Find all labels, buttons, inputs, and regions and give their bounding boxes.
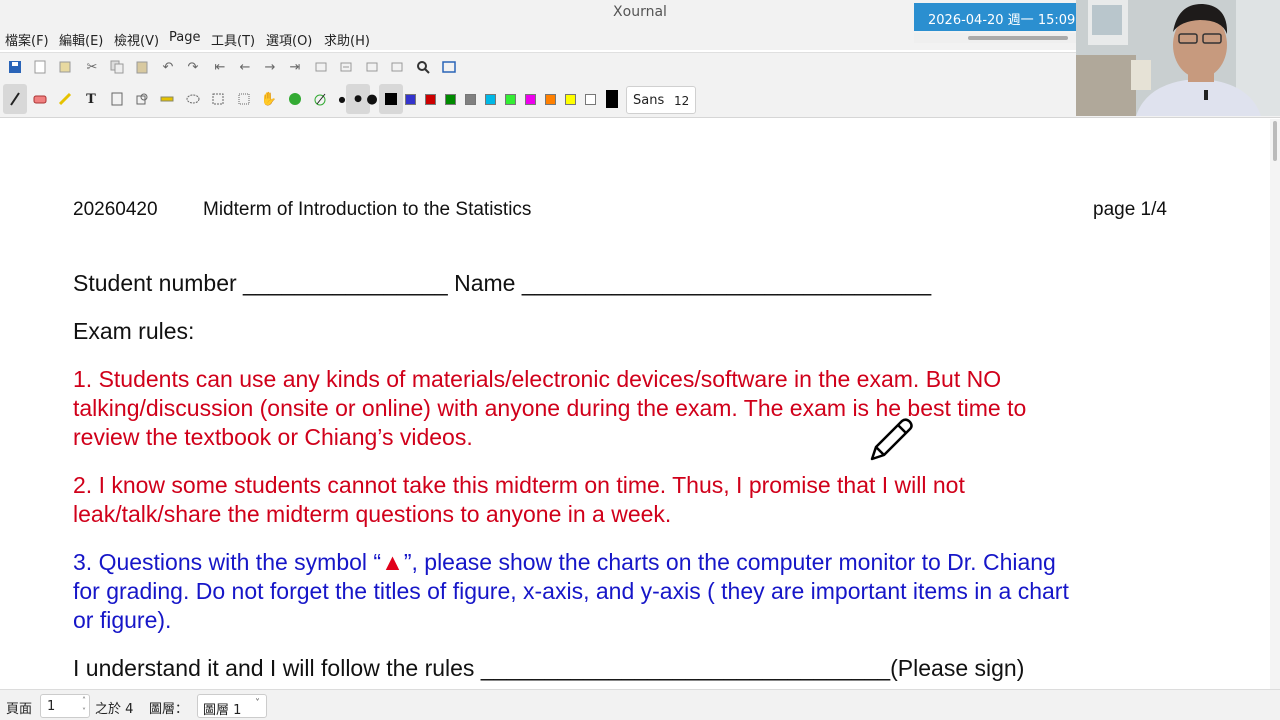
overlay-progress-track xyxy=(914,33,1076,43)
select-rectangle-icon[interactable] xyxy=(208,89,228,109)
next-page-icon[interactable]: → xyxy=(260,57,280,77)
page-number-value: 1 xyxy=(47,699,56,714)
font-size: 12 xyxy=(674,94,690,108)
student-info-line: Student number ________________ Name ___… xyxy=(73,270,932,296)
font-selector[interactable]: Sans 12 xyxy=(626,86,696,114)
default-pen-icon[interactable] xyxy=(310,89,330,109)
search-icon[interactable] xyxy=(413,57,433,77)
current-color-indicator[interactable] xyxy=(606,90,618,108)
menu-help[interactable]: 求助(H) xyxy=(324,30,370,49)
rule-3-text-b: ”, please show the charts on the compute… xyxy=(403,549,1056,575)
color-white-icon[interactable] xyxy=(585,94,596,105)
triangle-symbol: ▲ xyxy=(381,549,404,575)
chevron-down-icon: ˅ xyxy=(255,698,260,709)
vertical-space-icon[interactable] xyxy=(234,89,254,109)
last-page-icon[interactable]: ⇥ xyxy=(285,57,305,77)
zoom-in-icon[interactable] xyxy=(387,57,407,77)
undo-icon[interactable]: ↶ xyxy=(158,57,178,77)
page-background-icon[interactable] xyxy=(55,57,75,77)
color-red-icon[interactable] xyxy=(425,94,436,105)
date-overlay: 2026-04-20 週一 15:09: xyxy=(914,3,1076,31)
color-blue-icon[interactable] xyxy=(405,94,416,105)
highlighter-tool-icon[interactable] xyxy=(55,89,75,109)
rule-1-line-3: review the textbook or Chiang’s videos. xyxy=(73,424,473,450)
page-number-input[interactable]: 1 ˄ ˅ xyxy=(40,694,90,718)
select-region-icon[interactable] xyxy=(183,89,203,109)
menu-view[interactable]: 檢視(V) xyxy=(114,30,159,49)
menu-tools[interactable]: 工具(T) xyxy=(211,30,255,49)
rule-1-line-1: 1. Students can use any kinds of materia… xyxy=(73,366,1002,392)
image-tool-icon[interactable] xyxy=(107,89,127,109)
layer-label: 圖層： xyxy=(149,702,189,717)
hand-tool-icon[interactable]: ✋ xyxy=(259,89,279,109)
menu-edit[interactable]: 編輯(E) xyxy=(59,30,103,49)
vertical-scrollbar[interactable] xyxy=(1270,119,1280,689)
scrollbar-thumb[interactable] xyxy=(1273,121,1277,161)
rule-3-line-2: for grading. Do not forget the titles of… xyxy=(73,578,1069,604)
text-tool-icon[interactable]: T xyxy=(81,89,101,109)
status-bar: 頁面 1 ˄ ˅ 之於 4 圖層： 圖層 1 ˅ xyxy=(0,689,1280,720)
new-page-icon[interactable] xyxy=(30,57,50,77)
color-green-icon[interactable] xyxy=(445,94,456,105)
zoom-out-icon[interactable] xyxy=(311,57,331,77)
color-orange-icon[interactable] xyxy=(545,94,556,105)
layer-select[interactable]: 圖層 1 ˅ xyxy=(197,694,267,718)
zoom-width-icon[interactable] xyxy=(362,57,382,77)
webcam-overlay xyxy=(1076,0,1280,116)
shape-recognizer-icon[interactable] xyxy=(132,89,152,109)
zoom-100-icon[interactable] xyxy=(336,57,356,77)
menu-options[interactable]: 選項(O) xyxy=(266,30,312,49)
rules-heading: Exam rules: xyxy=(73,318,195,344)
eraser-tool-icon[interactable] xyxy=(30,89,50,109)
color-gray-icon[interactable] xyxy=(465,94,476,105)
save-icon[interactable] xyxy=(5,57,25,77)
paste-icon[interactable] xyxy=(132,57,152,77)
rule-2-line-2: leak/talk/share the midterm questions to… xyxy=(73,501,672,527)
header-page-number: page 1/4 xyxy=(1093,199,1167,220)
header-date: 20260420 xyxy=(73,199,158,220)
first-page-icon[interactable]: ⇤ xyxy=(210,57,230,77)
color-lightgreen-icon[interactable] xyxy=(505,94,516,105)
pencil-cursor-icon xyxy=(866,415,916,465)
copy-icon[interactable] xyxy=(107,57,127,77)
menu-page[interactable]: Page xyxy=(169,30,200,45)
rule-3-line-1: 3. Questions with the symbol “▲”, please… xyxy=(73,549,1056,576)
redo-icon[interactable]: ↷ xyxy=(183,57,203,77)
cut-icon[interactable]: ✂ xyxy=(82,57,102,77)
document-page[interactable]: 20260420 Midterm of Introduction to the … xyxy=(0,119,1270,689)
color-black-icon[interactable] xyxy=(379,84,403,114)
page-label: 頁面 xyxy=(6,702,33,717)
spin-arrows-icon[interactable]: ˄ ˅ xyxy=(82,695,86,717)
signature-line: I understand it and I will follow the ru… xyxy=(73,655,1025,681)
header-title: Midterm of Introduction to the Statistic… xyxy=(203,199,532,220)
color-yellow-icon[interactable] xyxy=(565,94,576,105)
previous-page-icon[interactable]: ← xyxy=(235,57,255,77)
page-count-label: 之於 4 xyxy=(95,702,134,717)
fullscreen-icon[interactable] xyxy=(439,57,459,77)
pen-tool-icon[interactable] xyxy=(3,84,27,114)
default-tool-icon[interactable] xyxy=(285,89,305,109)
font-name: Sans xyxy=(633,93,665,108)
layer-value: 圖層 1 xyxy=(203,703,242,718)
color-lightblue-icon[interactable] xyxy=(485,94,496,105)
rule-2-line-1: 2. I know some students cannot take this… xyxy=(73,472,965,498)
rule-3-text-a: 3. Questions with the symbol “ xyxy=(73,549,382,575)
ruler-tool-icon[interactable] xyxy=(157,89,177,109)
rule-3-line-3: or figure). xyxy=(73,607,172,633)
color-magenta-icon[interactable] xyxy=(525,94,536,105)
menu-file[interactable]: 檔案(F) xyxy=(5,30,49,49)
